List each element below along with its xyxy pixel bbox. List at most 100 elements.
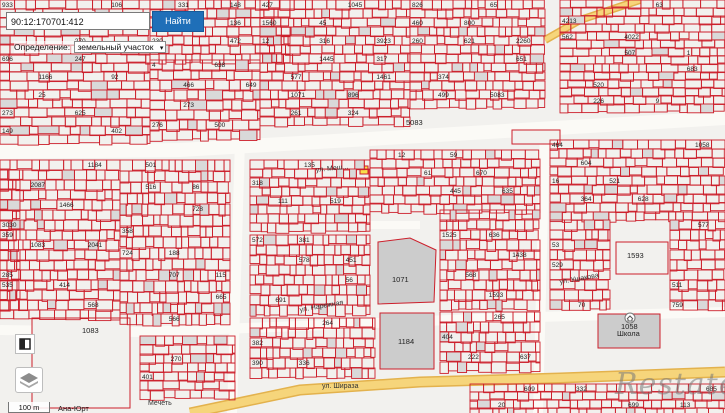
parcel[interactable] [507,407,515,413]
parcel[interactable] [143,280,155,292]
parcel[interactable] [603,39,620,48]
parcel[interactable] [249,327,261,338]
parcel[interactable] [590,148,599,159]
parcel[interactable] [439,249,447,260]
parcel[interactable] [326,337,337,349]
search-button[interactable]: Найти [152,11,204,32]
parcel[interactable] [125,125,143,137]
parcel[interactable] [620,166,630,177]
parcel[interactable] [152,313,162,327]
parcel[interactable] [380,17,396,27]
parcel[interactable] [0,35,11,45]
parcel[interactable] [452,239,461,251]
parcel[interactable] [417,26,431,36]
parcel[interactable] [182,269,195,282]
parcel[interactable] [455,321,468,334]
parcel[interactable] [508,209,516,221]
parcel[interactable] [325,186,338,197]
parcel[interactable] [353,317,361,329]
parcel[interactable] [37,125,60,135]
parcel[interactable] [358,26,371,36]
parcel[interactable] [187,119,198,130]
layers-button[interactable] [15,367,43,393]
parcel[interactable] [112,269,121,281]
parcel[interactable] [262,53,278,64]
parcel[interactable] [463,311,473,324]
parcel[interactable] [110,209,121,222]
parcel[interactable] [61,169,75,181]
parcel[interactable] [205,353,215,364]
parcel[interactable] [698,166,709,176]
cadastral-map[interactable]: 9337412472514914823063827342745392357789… [0,0,725,413]
parcel[interactable] [315,89,325,100]
parcel[interactable] [604,184,618,195]
parcel[interactable] [663,193,678,203]
parcel[interactable] [534,26,546,37]
parcel[interactable] [351,367,363,379]
parcel[interactable] [273,35,282,46]
parcel[interactable] [139,335,157,345]
parcel[interactable] [53,239,68,252]
parcel[interactable] [700,103,715,114]
parcel[interactable] [164,192,178,205]
parcel[interactable] [221,302,231,315]
parcel[interactable] [642,148,654,159]
parcel[interactable] [195,258,206,270]
definition-select[interactable]: земельный участок ▾ [74,41,167,53]
parcel[interactable] [469,62,478,73]
parcel[interactable] [697,299,709,311]
parcel[interactable] [592,211,610,221]
parcel[interactable] [162,0,176,10]
parcel[interactable] [119,203,127,216]
parcel[interactable] [252,89,261,100]
parcel[interactable] [20,62,35,72]
parcel[interactable] [190,353,207,364]
parcel[interactable] [0,199,9,210]
parcel[interactable] [486,299,497,310]
parcel[interactable] [439,239,454,251]
parcel[interactable] [487,194,502,204]
parcel[interactable] [354,159,365,171]
parcel[interactable] [531,209,541,220]
parcel[interactable] [334,213,349,224]
parcel[interactable] [249,204,259,215]
parcel[interactable] [249,304,257,317]
parcel[interactable] [323,89,337,100]
parcel[interactable] [302,347,313,359]
parcel[interactable] [97,279,108,290]
parcel[interactable] [345,35,356,45]
parcel[interactable] [658,71,675,81]
parcel[interactable] [200,170,209,182]
parcel[interactable] [47,299,57,309]
parcel[interactable] [500,194,515,206]
parcel[interactable] [611,139,624,149]
parcel[interactable] [239,129,258,141]
parcel[interactable] [235,8,252,18]
parcel[interactable] [335,347,348,359]
parcel[interactable] [125,302,135,315]
parcel[interactable] [455,259,467,270]
parcel[interactable] [562,391,571,402]
parcel[interactable] [392,62,405,73]
parcel[interactable] [194,302,203,314]
parcel[interactable] [182,335,198,345]
parcel[interactable] [718,175,725,186]
parcel[interactable] [330,71,341,81]
parcel[interactable] [195,159,209,173]
parcel[interactable] [651,47,669,56]
parcel[interactable] [549,299,563,310]
parcel[interactable] [345,234,357,245]
map-canvas[interactable]: 9337412472514914823063827342745392357789… [0,0,725,413]
parcel[interactable] [9,125,30,136]
parcel[interactable] [256,195,270,205]
parcel[interactable] [473,71,489,82]
parcel[interactable] [36,219,45,230]
parcel[interactable] [485,149,496,160]
parcel[interactable] [259,26,277,38]
parcel[interactable] [549,202,567,214]
parcel[interactable] [334,357,342,368]
parcel[interactable] [321,8,330,18]
parcel[interactable] [0,98,18,110]
parcel[interactable] [335,264,345,276]
parcel[interactable] [711,31,725,41]
